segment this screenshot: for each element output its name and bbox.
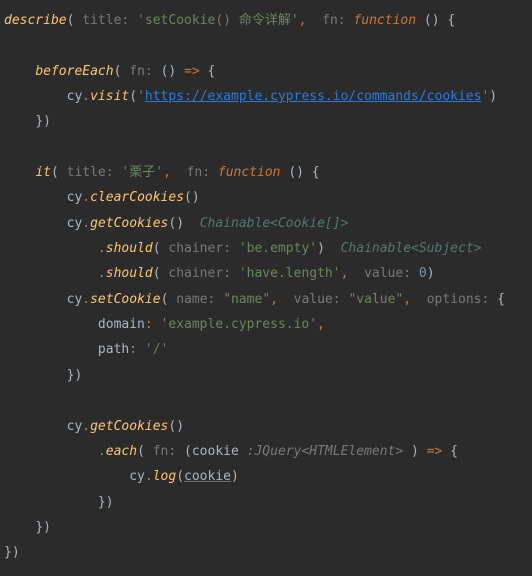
code-line: .should( chainer: 'be.empty') Chainable<…: [4, 241, 481, 256]
code-line: .each( fn: (cookie :JQuery<HTMLElement> …: [4, 444, 458, 459]
string-literal: "value": [348, 292, 403, 307]
code-line: cy.setCookie( name: "name", value: "valu…: [4, 292, 505, 307]
param-hint: fn:: [153, 444, 176, 459]
method-call: should: [106, 266, 153, 281]
string-literal: 'setCookie() 命令详解': [137, 13, 299, 28]
code-line: it( title: '栗子', fn: function () {: [4, 165, 320, 180]
number-literal: 0: [419, 266, 427, 281]
identifier: cookie: [184, 469, 231, 484]
param-hint: title:: [82, 13, 129, 28]
method-call: log: [153, 469, 176, 484]
code-line: }): [4, 545, 20, 560]
code-line: cy.log(cookie): [4, 469, 239, 484]
code-line: [4, 140, 12, 155]
param-hint: options:: [427, 292, 490, 307]
param-hint: chainer:: [168, 266, 231, 281]
code-line: .should( chainer: 'have.length', value: …: [4, 266, 435, 281]
fn-call: it: [35, 165, 51, 180]
code-line: }): [4, 114, 51, 129]
code-line: cy.clearCookies(): [4, 190, 200, 205]
code-line: }): [4, 520, 51, 535]
method-call: should: [106, 241, 153, 256]
code-line: beforeEach( fn: () => {: [4, 64, 215, 79]
param-hint: name:: [176, 292, 215, 307]
code-editor[interactable]: describe( title: 'setCookie() 命令详解', fn:…: [4, 8, 528, 566]
code-line: path: '/': [4, 342, 168, 357]
method-call: setCookie: [90, 292, 160, 307]
param-hint: fn:: [129, 64, 152, 79]
param-hint: value:: [294, 292, 341, 307]
code-line: }): [4, 495, 114, 510]
code-line: [4, 393, 12, 408]
string-literal: 'example.cypress.io': [161, 317, 318, 332]
type-hint: :JQuery<HTMLElement>: [247, 444, 404, 459]
method-call: getCookies: [90, 216, 168, 231]
type-hint: Chainable<Cookie[]>: [200, 216, 349, 231]
param-hint: value:: [364, 266, 411, 281]
code-line: describe( title: 'setCookie() 命令详解', fn:…: [4, 13, 455, 28]
code-line: domain: 'example.cypress.io',: [4, 317, 325, 332]
fn-call: describe: [4, 13, 67, 28]
param-hint: fn:: [187, 165, 210, 180]
param-hint: fn:: [322, 13, 345, 28]
string-literal: '/': [145, 342, 168, 357]
param-hint: title:: [67, 165, 114, 180]
method-call: visit: [90, 89, 129, 104]
string-literal: 'have.length': [239, 266, 341, 281]
code-line: [4, 38, 12, 53]
method-call: each: [106, 444, 137, 459]
keyword: function: [218, 165, 281, 180]
string-literal: '栗子': [121, 165, 163, 180]
string-literal: 'be.empty': [239, 241, 317, 256]
fn-call: beforeEach: [35, 64, 113, 79]
string-literal: "name": [223, 292, 270, 307]
code-line: }): [4, 368, 82, 383]
method-call: clearCookies: [90, 190, 184, 205]
code-line: cy.visit('https://example.cypress.io/com…: [4, 89, 497, 104]
param-hint: chainer:: [168, 241, 231, 256]
keyword: function: [353, 13, 416, 28]
type-hint: Chainable<Subject>: [341, 241, 482, 256]
method-call: getCookies: [90, 419, 168, 434]
url-literal: https://example.cypress.io/commands/cook…: [145, 89, 482, 104]
code-line: cy.getCookies(): [4, 419, 184, 434]
code-line: cy.getCookies() Chainable<Cookie[]>: [4, 216, 348, 231]
